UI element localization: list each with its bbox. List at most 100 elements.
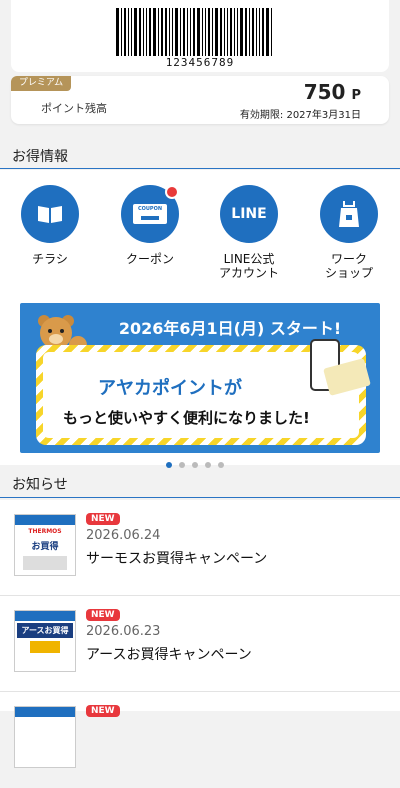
point-expiry: 有効期限: 2027年3月31日 <box>239 110 361 121</box>
barcode-bar <box>139 8 141 56</box>
barcode-bar <box>175 8 178 56</box>
news-item[interactable]: アースお買得 NEW 2026.06.23 アースお買得キャンペーン <box>0 596 400 692</box>
news-thumbnail: THERMOS お買得 <box>14 514 76 576</box>
banner-pager[interactable] <box>166 462 224 468</box>
barcode-bar <box>259 8 260 56</box>
news-thumbnail: アースお買得 <box>14 610 76 672</box>
new-badge: NEW <box>86 609 120 621</box>
pager-dot[interactable] <box>205 462 211 468</box>
benefit-coupon[interactable]: COUPON クーポン <box>110 185 190 266</box>
line-icon-text: LINE <box>231 206 267 222</box>
notification-dot <box>165 185 179 199</box>
barcode-bar <box>190 8 191 56</box>
banner-line-1: アヤカポイントが <box>98 378 242 399</box>
benefit-label: ワーク ショップ <box>324 252 373 280</box>
barcode-bar <box>220 8 222 56</box>
barcode-bar <box>131 8 132 56</box>
benefit-line[interactable]: LINE LINE公式 アカウント <box>209 185 289 280</box>
barcode-bar <box>215 8 218 56</box>
benefit-label: チラシ <box>32 252 68 266</box>
point-amount: 750 <box>303 80 346 104</box>
barcode-bar <box>158 8 159 56</box>
news-section-title: お知らせ <box>12 477 68 493</box>
new-badge: NEW <box>86 513 120 525</box>
barcode-bar <box>271 8 272 56</box>
benefits-section-title: お得情報 <box>12 149 68 165</box>
flyer-book-icon <box>21 185 79 243</box>
barcode-bar <box>146 8 147 56</box>
pager-dot[interactable] <box>166 462 172 468</box>
barcode-bar <box>180 8 181 56</box>
point-balance-card[interactable]: プレミアム ポイント残高 750 P 有効期限: 2027年3月31日 <box>11 76 389 124</box>
news-title: サーモスお買得キャンペーン <box>86 551 268 567</box>
barcode-number: 123456789 <box>165 56 235 69</box>
barcode-card[interactable]: 123456789 <box>11 0 389 72</box>
benefit-label: LINE公式 アカウント <box>218 252 279 280</box>
barcode-bar <box>249 8 250 56</box>
news-date: 2026.06.23 <box>86 624 161 639</box>
pager-dot[interactable] <box>179 462 185 468</box>
barcode-bar <box>197 8 200 56</box>
barcode-bar <box>245 8 247 56</box>
barcode-bar <box>128 8 129 56</box>
premium-badge: プレミアム <box>11 76 71 91</box>
apron-icon <box>320 185 378 243</box>
point-unit: P <box>351 88 361 103</box>
barcode-bar <box>134 8 137 56</box>
pager-dot[interactable] <box>192 462 198 468</box>
news-item[interactable]: THERMOS お買得 NEW 2026.06.24 サーモスお買得キャンペーン <box>0 500 400 596</box>
news-title: アースお買得キャンペーン <box>86 647 252 663</box>
benefit-label: クーポン <box>125 252 174 266</box>
thumb-brand: THERMOS <box>28 528 62 535</box>
banner-line-2: もっと使いやすく便利になりました! <box>63 409 310 427</box>
barcode-bar <box>266 8 269 56</box>
coupon-icon: COUPON <box>121 185 179 243</box>
barcode-bar <box>161 8 163 56</box>
section-divider <box>0 497 400 498</box>
barcode-bar <box>230 8 232 56</box>
news-item[interactable]: NEW <box>0 692 400 788</box>
campaign-banner[interactable]: 2026年6月1日(月) スタート! アヤカポイントが もっと使いやすく便利にな… <box>20 303 380 453</box>
barcode-bar <box>116 8 119 56</box>
barcode-bar <box>153 8 156 56</box>
barcode-bar <box>252 8 254 56</box>
benefit-workshop[interactable]: ワーク ショップ <box>309 185 389 280</box>
barcode-bar <box>212 8 213 56</box>
thumb-header <box>15 707 75 717</box>
section-divider <box>0 168 400 169</box>
barcode-bar <box>205 8 206 56</box>
barcode-bar <box>169 8 170 56</box>
thumb-header <box>15 611 75 621</box>
barcode-bar <box>143 8 144 56</box>
barcode-bar <box>208 8 210 56</box>
thumb-heading: お買得 <box>31 542 59 552</box>
barcode-bar <box>224 8 225 56</box>
barcode-bar <box>202 8 203 56</box>
point-value: 750 P <box>304 80 361 104</box>
barcode-bar <box>240 8 243 56</box>
benefit-flyer[interactable]: チラシ <box>10 185 90 266</box>
barcode-bar <box>172 8 173 56</box>
barcode-bar <box>237 8 238 56</box>
barcode <box>116 8 306 56</box>
barcode-bar <box>234 8 235 56</box>
coupon-icon-text: COUPON <box>137 206 163 212</box>
banner-headline: 2026年6月1日(月) スタート! <box>118 319 342 338</box>
barcode-bar <box>183 8 185 56</box>
thumb-product-image <box>23 556 67 570</box>
line-icon: LINE <box>220 185 278 243</box>
point-balance-label: ポイント残高 <box>41 102 107 115</box>
thumb-header <box>15 515 75 525</box>
barcode-bar <box>121 8 122 56</box>
barcode-bar <box>124 8 126 56</box>
barcode-bar <box>227 8 228 56</box>
barcode-bar <box>165 8 167 56</box>
barcode-bar <box>193 8 195 56</box>
barcode-bar <box>256 8 257 56</box>
news-list: THERMOS お買得 NEW 2026.06.24 サーモスお買得キャンペーン… <box>0 500 400 768</box>
new-badge: NEW <box>86 705 120 717</box>
barcode-bar <box>262 8 264 56</box>
thumb-price-tag <box>30 641 60 653</box>
barcode-bar <box>187 8 188 56</box>
pager-dot[interactable] <box>218 462 224 468</box>
